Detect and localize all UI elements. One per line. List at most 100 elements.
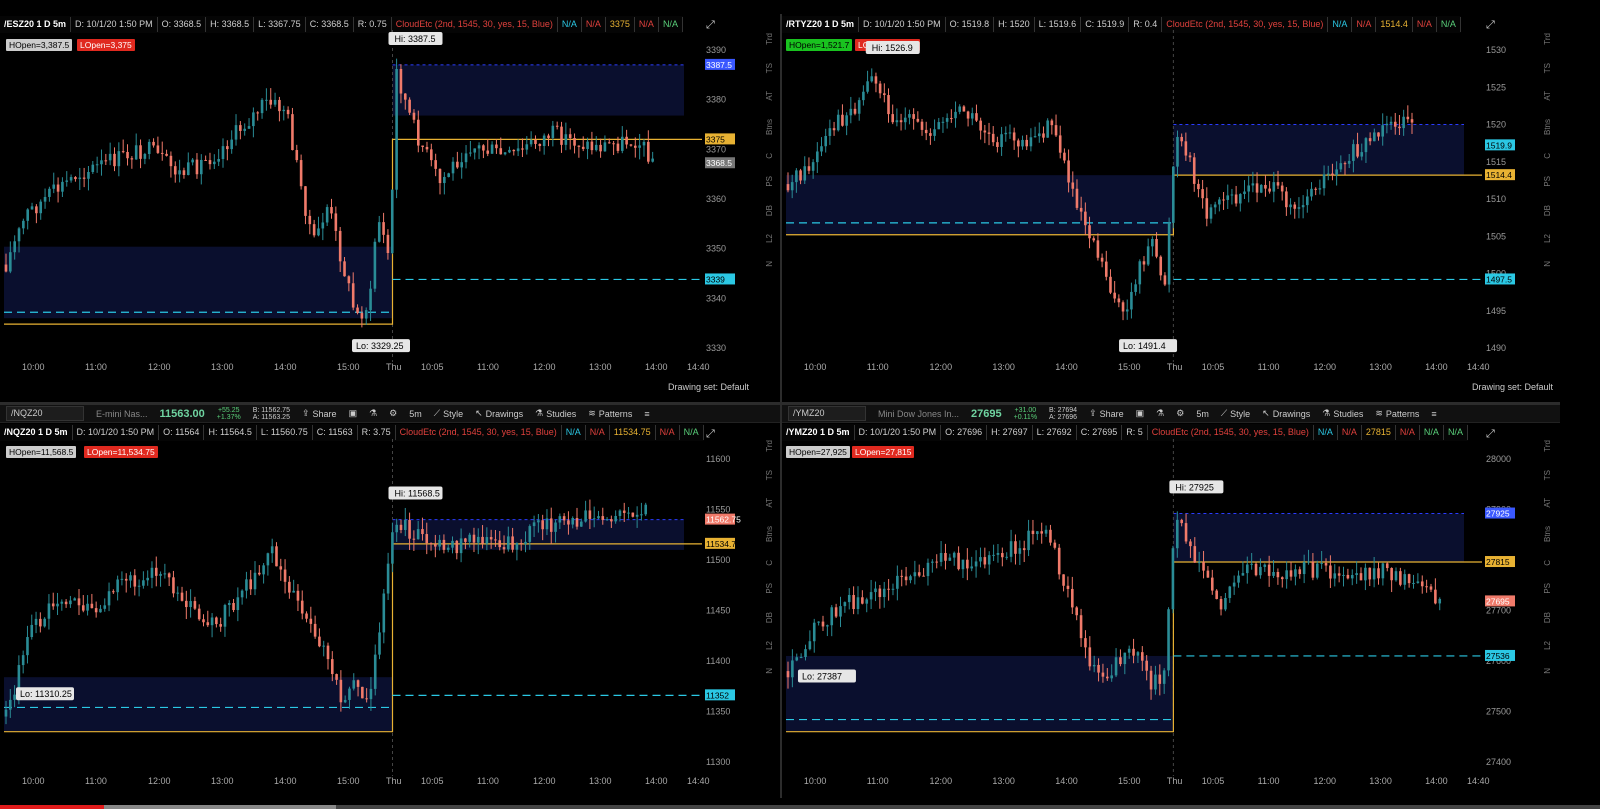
price-chart-es[interactable]: Hi: 3387.5 Lo: 3329.25 3390 3380 3370 3360 335… bbox=[0, 14, 780, 402]
side-tab[interactable]: Trd bbox=[1543, 30, 1552, 48]
side-tab[interactable]: DB bbox=[1543, 609, 1552, 626]
side-tab[interactable]: C bbox=[1543, 150, 1552, 162]
studies-button[interactable]: ⚗ Studies bbox=[1316, 408, 1369, 419]
side-tab[interactable]: PS bbox=[765, 580, 774, 597]
snapshot-button[interactable]: ▣ bbox=[343, 408, 364, 419]
candle-body bbox=[537, 520, 540, 523]
time-axis-label: 14:00 bbox=[645, 776, 668, 786]
side-tab[interactable]: Btns bbox=[765, 116, 774, 138]
side-tab[interactable]: DB bbox=[1543, 202, 1552, 219]
side-tab[interactable]: PS bbox=[765, 173, 774, 190]
video-progress-bar[interactable] bbox=[0, 805, 1600, 809]
side-tab[interactable]: PS bbox=[1543, 173, 1552, 190]
side-tab[interactable]: TS bbox=[765, 60, 774, 76]
candle-body bbox=[469, 152, 472, 154]
style-button[interactable]: ⟋ Style bbox=[428, 408, 469, 419]
patterns-button[interactable]: ≋ Patterns bbox=[582, 408, 638, 419]
candle-body bbox=[386, 234, 390, 254]
side-tab[interactable]: AT bbox=[1543, 495, 1552, 511]
candle-body bbox=[931, 561, 934, 563]
side-tab[interactable]: C bbox=[765, 150, 774, 162]
snapshot-button[interactable]: ▣ bbox=[1130, 408, 1151, 419]
drawing-set-status[interactable]: Drawing set: Default bbox=[668, 382, 749, 392]
style-button[interactable]: ⟋ Style bbox=[1215, 408, 1256, 419]
candle-body bbox=[635, 514, 639, 517]
side-tab[interactable]: TS bbox=[765, 467, 774, 483]
candle-body bbox=[258, 572, 261, 575]
pane-divider-vertical[interactable] bbox=[780, 14, 782, 798]
side-tab[interactable]: Btns bbox=[1543, 116, 1552, 138]
studies-button[interactable]: ⚗ Studies bbox=[529, 408, 582, 419]
side-tab[interactable]: TS bbox=[1543, 467, 1552, 483]
price-axis-label: 11500 bbox=[706, 555, 730, 565]
candle-body bbox=[849, 108, 853, 116]
period-button[interactable]: 5m bbox=[1190, 409, 1215, 419]
candle-body bbox=[954, 111, 957, 119]
candle-body bbox=[515, 543, 519, 550]
chart-pane-rty[interactable]: /RTYZ20 1 D 5m D: 10/1/20 1:50 PM O: 151… bbox=[782, 14, 1560, 402]
candle-body bbox=[507, 536, 510, 550]
side-tab[interactable]: PS bbox=[1543, 580, 1552, 597]
side-tab[interactable]: Trd bbox=[765, 30, 774, 48]
candle-body bbox=[586, 141, 589, 149]
side-tab[interactable]: C bbox=[1543, 557, 1552, 569]
settings-button[interactable]: ⚙ bbox=[383, 408, 403, 419]
side-tab[interactable]: AT bbox=[1543, 88, 1552, 104]
candle-body bbox=[1046, 120, 1049, 138]
candle-body bbox=[1241, 573, 1245, 576]
side-tab[interactable]: DB bbox=[765, 609, 774, 626]
side-tab[interactable]: Btns bbox=[1543, 523, 1552, 545]
side-tab[interactable]: L2 bbox=[765, 638, 774, 653]
side-tab[interactable]: Trd bbox=[1543, 437, 1552, 455]
period-button[interactable]: 5m bbox=[403, 409, 428, 419]
candle-body bbox=[193, 601, 197, 609]
settings-button[interactable]: ⚙ bbox=[1170, 408, 1190, 419]
price-chart-rty[interactable]: Hi: 1526.9 Lo: 1491.4 1530 1525 1520 1515 1510… bbox=[782, 14, 1560, 402]
drawing-set-status[interactable]: Drawing set: Default bbox=[1472, 382, 1553, 392]
pane-divider-horizontal[interactable] bbox=[0, 402, 1560, 405]
share-button[interactable]: ⇪ Share bbox=[296, 408, 343, 419]
side-tab[interactable]: AT bbox=[765, 495, 774, 511]
chart-pane-es[interactable]: /ESZ20 1 D 5m D: 10/1/20 1:50 PM O: 3368… bbox=[0, 14, 780, 402]
candle-body bbox=[1022, 548, 1026, 551]
price-chart-ym[interactable]: Hi: 27925Lo: 273872800027900278002770027… bbox=[782, 423, 1560, 798]
drawings-button[interactable]: ↖ Drawings bbox=[1256, 408, 1316, 419]
candle-body bbox=[421, 529, 424, 535]
symbol-select[interactable]: /NQZ20 bbox=[6, 406, 84, 421]
side-tab[interactable]: N bbox=[1543, 665, 1552, 677]
menu-button[interactable]: ≡ bbox=[1425, 409, 1442, 419]
studies-label: Studies bbox=[1333, 408, 1364, 419]
flask-button[interactable]: ⚗ bbox=[1150, 408, 1170, 419]
svg-text:1497.5: 1497.5 bbox=[1486, 274, 1512, 284]
candle-body bbox=[966, 559, 969, 569]
side-tab[interactable]: TS bbox=[1543, 60, 1552, 76]
flask-button[interactable]: ⚗ bbox=[363, 408, 383, 419]
candle-body bbox=[326, 645, 330, 660]
candle-body bbox=[547, 135, 550, 138]
side-tab[interactable]: N bbox=[765, 665, 774, 677]
patterns-button[interactable]: ≋ Patterns bbox=[1369, 408, 1425, 419]
share-button[interactable]: ⇪ Share bbox=[1083, 408, 1130, 419]
candle-body bbox=[343, 261, 346, 277]
side-tab[interactable]: DB bbox=[765, 202, 774, 219]
side-tab[interactable]: N bbox=[765, 258, 774, 270]
drawings-label: Drawings bbox=[485, 408, 524, 419]
side-tab[interactable]: L2 bbox=[1543, 231, 1552, 246]
side-tab[interactable]: C bbox=[765, 557, 774, 569]
price-chart-nq[interactable]: Hi: 11568.5 Lo: 11310.25 11600 11550 11500 11… bbox=[0, 423, 780, 798]
chart-pane-ym[interactable]: /YMZ20 1 D 5m D: 10/1/20 1:50 PM O: 2769… bbox=[782, 423, 1560, 798]
symbol-select[interactable]: /YMZ20 bbox=[788, 406, 866, 421]
candle-body bbox=[322, 645, 326, 647]
menu-button[interactable]: ≡ bbox=[638, 409, 655, 419]
drawings-button[interactable]: ↖ Drawings bbox=[469, 408, 529, 419]
candle-body bbox=[399, 524, 403, 530]
side-tab[interactable]: L2 bbox=[1543, 638, 1552, 653]
side-tab[interactable]: N bbox=[1543, 258, 1552, 270]
chart-pane-nq[interactable]: /NQZ20 1 D 5m D: 10/1/20 1:50 PM O: 1156… bbox=[0, 423, 780, 798]
candle-body bbox=[1092, 238, 1096, 241]
side-tab[interactable]: Trd bbox=[765, 437, 774, 455]
side-tab[interactable]: Btns bbox=[765, 523, 774, 545]
side-tab[interactable]: AT bbox=[765, 88, 774, 104]
side-tab[interactable]: L2 bbox=[765, 231, 774, 246]
price-axis-label: 3330 bbox=[706, 343, 726, 353]
